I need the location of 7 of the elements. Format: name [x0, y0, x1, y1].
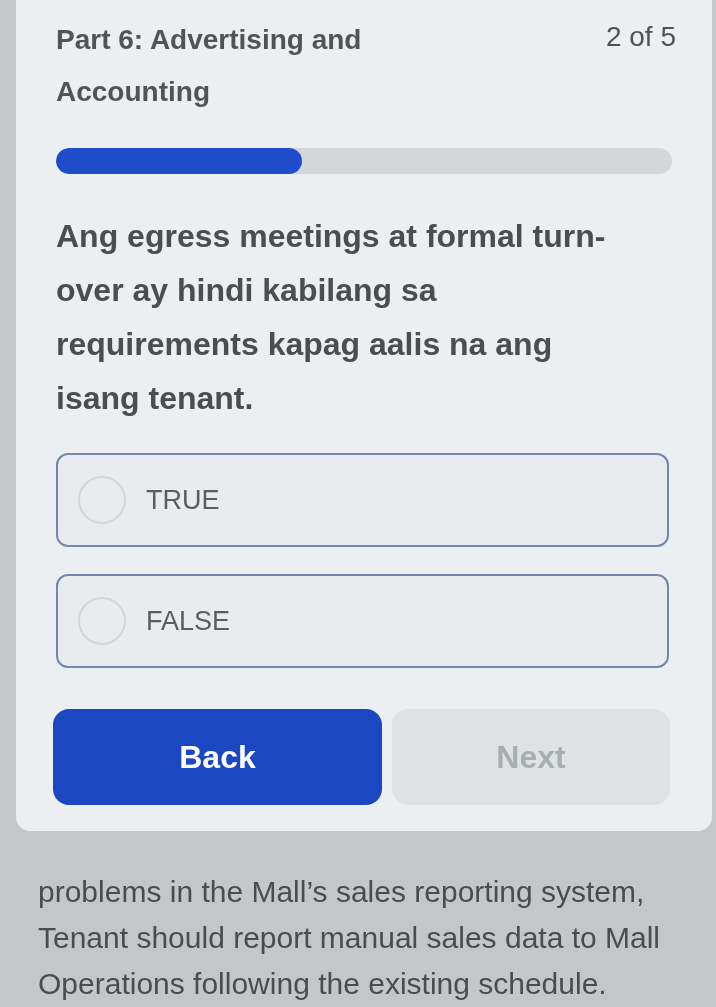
answer-option[interactable]: TRUE — [56, 453, 669, 547]
back-button[interactable]: Back — [53, 709, 382, 805]
answer-option[interactable]: FALSE — [56, 574, 669, 668]
quiz-title: Part 6: Advertising and Accounting — [56, 23, 363, 109]
question-text: Ang egress meetings at formal turn-over ay hindi kabilang sa requirements kapag aalis na ang isang tenant. — [56, 217, 607, 418]
body-text: problems in the Mall’s sales reporting system, Tenant should report manual sales data to Mall Operations following the existing schedule. — [38, 874, 662, 1002]
question-counter: 2 of 5 — [605, 20, 676, 54]
